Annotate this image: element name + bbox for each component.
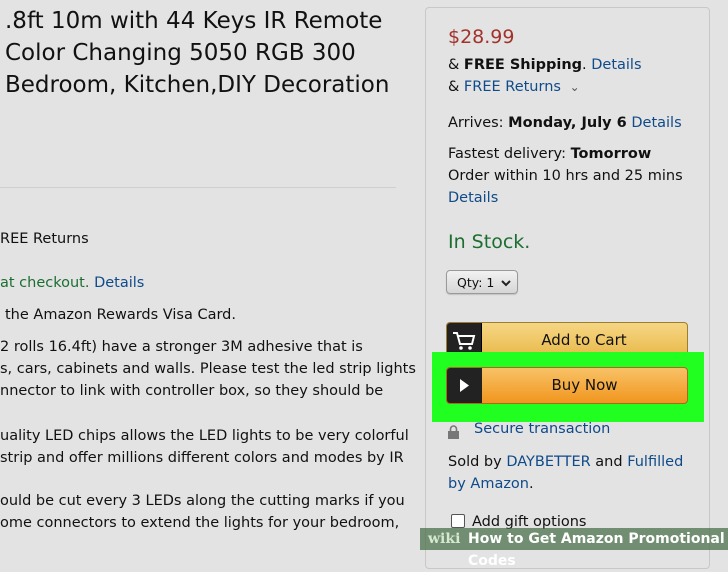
arrives-line: Arrives: Monday, July 6 Details: [448, 112, 682, 134]
buy-now-button[interactable]: Buy Now: [446, 367, 688, 404]
description-line-4: uality LED chips allows the LED lights t…: [0, 428, 409, 444]
fastest-value: Tomorrow: [570, 146, 652, 162]
fastest-label: Fastest delivery:: [448, 146, 571, 162]
gift-options-checkbox[interactable]: [451, 514, 465, 528]
fastest-details-link[interactable]: Details: [448, 187, 498, 209]
chevron-down-icon: [501, 271, 511, 304]
quantity-select[interactable]: Qty: 1: [446, 270, 518, 294]
order-within-text: Order within 10 hrs and 25 mins: [448, 168, 683, 184]
wiki-logo: wiki: [428, 531, 461, 547]
returns-prefix: &: [448, 79, 464, 95]
description-line-2: s, cars, cabinets and walls. Please test…: [0, 361, 416, 377]
product-title-line-3: Bedroom, Kitchen,DIY Decoration: [5, 72, 390, 98]
quantity-label: Qty: 1: [457, 275, 495, 290]
product-title-line-2: Color Changing 5050 RGB 300: [5, 40, 356, 66]
description-line-7: ome connectors to extend the lights for …: [0, 515, 400, 531]
price: $28.99: [448, 26, 515, 48]
free-shipping-label: FREE Shipping: [463, 57, 583, 73]
shipping-suffix: .: [582, 57, 587, 73]
chevron-down-icon[interactable]: ⌄: [570, 80, 580, 94]
watermark-title: How to Get Amazon Promotional Codes: [468, 531, 725, 569]
sold-by-prefix: Sold by: [448, 454, 507, 470]
watermark-banner: wiki How to Get Amazon Promotional Codes: [420, 528, 728, 569]
description-line-5: strip and offer millions different color…: [0, 450, 404, 466]
fastest-delivery-line: Fastest delivery: Tomorrow: [448, 143, 651, 165]
free-returns-dropdown[interactable]: FREE Returns: [464, 79, 561, 95]
secure-transaction-link[interactable]: Secure transaction: [474, 418, 610, 440]
checkout-line: at checkout. Details: [0, 272, 144, 294]
checkout-text: at checkout.: [0, 275, 90, 291]
arrives-label: Arrives:: [448, 115, 509, 131]
buy-now-label: Buy Now: [551, 376, 618, 394]
checkout-details-link[interactable]: Details: [94, 275, 144, 291]
description-line-6: ould be cut every 3 LEDs along the cutti…: [0, 493, 405, 509]
returns-line: & FREE Returns ⌄: [448, 76, 580, 98]
sold-by-line: Sold by DAYBETTER and Fulfilled: [448, 451, 683, 473]
arrives-date: Monday, July 6: [508, 115, 627, 131]
by-amazon-suffix: .: [529, 476, 534, 492]
stock-status: In Stock.: [448, 231, 531, 253]
free-returns-link[interactable]: REE Returns: [0, 228, 89, 250]
shipping-prefix: &: [448, 57, 464, 73]
seller-link[interactable]: DAYBETTER: [506, 454, 590, 470]
divider: [0, 187, 396, 188]
by-amazon-link[interactable]: by Amazon: [448, 476, 529, 492]
and-text: and: [590, 454, 628, 470]
shipping-line: & FREE Shipping. Details: [448, 54, 642, 76]
fulfilled-link[interactable]: Fulfilled: [627, 454, 683, 470]
play-icon: [447, 368, 482, 403]
shipping-details-link[interactable]: Details: [591, 57, 641, 73]
arrives-details-link[interactable]: Details: [631, 115, 681, 131]
product-title-line-1: .8ft 10m with 44 Keys IR Remote: [5, 8, 383, 34]
by-amazon-line: by Amazon.: [448, 473, 534, 495]
lock-icon: [448, 424, 459, 439]
description-line-3: nnector to link with controller box, so …: [0, 383, 384, 399]
description-line-1: 2 rolls 16.4ft) have a stronger 3M adhes…: [0, 339, 363, 355]
rewards-card-link[interactable]: the Amazon Rewards Visa Card.: [5, 304, 236, 326]
